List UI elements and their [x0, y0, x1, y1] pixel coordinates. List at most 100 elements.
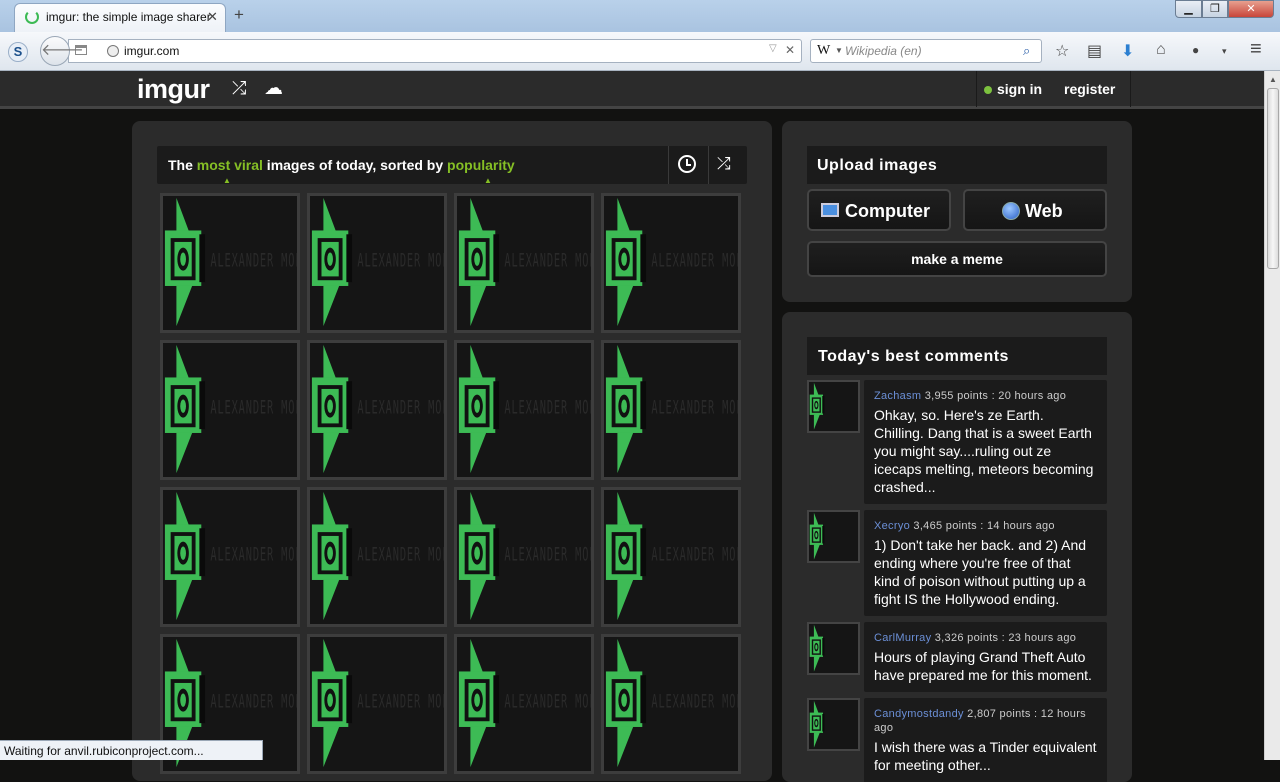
- comment-thumbnail[interactable]: [807, 380, 860, 433]
- sort-order-dropdown[interactable]: popularity: [447, 157, 515, 173]
- gallery-thumbnail[interactable]: ALEXANDER MOFFITT: [160, 340, 300, 480]
- svg-text:ALEXANDER MOFFITT: ALEXANDER MOFFITT: [651, 543, 738, 565]
- search-engine-dropdown-icon[interactable]: ▼: [835, 46, 843, 55]
- comment-body: Candymostdandy 2,807 points : 12 hours a…: [864, 698, 1107, 782]
- imgur-topbar: imgur ⤮ ☁ sign in register: [0, 71, 1264, 109]
- comment-text[interactable]: 1) Don't take her back. and 2) And endin…: [874, 536, 1097, 608]
- loading-spinner-icon: [25, 10, 39, 24]
- comment-thumbnail[interactable]: [807, 510, 860, 563]
- gallery-thumbnail[interactable]: ALEXANDER MOFFITT: [307, 487, 447, 627]
- comment-username[interactable]: Xecryo: [874, 520, 910, 532]
- svg-text:ALEXANDER MOFFITT: ALEXANDER MOFFITT: [357, 396, 444, 418]
- search-engine-icon[interactable]: W: [817, 43, 830, 59]
- svg-text:ALEXANDER MOFFITT: ALEXANDER MOFFITT: [504, 543, 591, 565]
- url-dropdown-icon[interactable]: ▽: [769, 43, 777, 54]
- svg-text:ALEXANDER MOFFITT: ALEXANDER MOFFITT: [210, 396, 297, 418]
- sort-description: The most viral images of today, sorted b…: [168, 157, 515, 173]
- svg-text:ALEXANDER MOFFITT: ALEXANDER MOFFITT: [210, 690, 297, 712]
- comment-thumbnail[interactable]: [807, 622, 860, 675]
- sort-type-caret-icon[interactable]: ▲: [223, 176, 231, 185]
- sync-icon[interactable]: S: [8, 42, 28, 62]
- comment-text[interactable]: I wish there was a Tinder equivalent for…: [874, 738, 1097, 774]
- gallery-thumbnail[interactable]: ALEXANDER MOFFITT: [307, 193, 447, 333]
- window-minimize-button[interactable]: ▁: [1175, 0, 1202, 18]
- upload-computer-button[interactable]: Computer: [807, 189, 951, 231]
- gallery-thumbnail[interactable]: ALEXANDER MOFFITT: [307, 634, 447, 774]
- gallery-thumbnail[interactable]: ALEXANDER MOFFITT: [601, 340, 741, 480]
- comment-username[interactable]: Zachasm: [874, 390, 921, 402]
- random-shuffle-icon[interactable]: ⤮: [232, 78, 246, 99]
- gallery-thumbnail[interactable]: ALEXANDER MOFFITT: [307, 340, 447, 480]
- svg-text:ALEXANDER MOFFITT: ALEXANDER MOFFITT: [651, 690, 738, 712]
- random-mode-icon[interactable]: ⤮: [717, 154, 731, 174]
- online-status-dot: [984, 86, 992, 94]
- sort-order-caret-icon[interactable]: ▲: [484, 176, 492, 185]
- gallery-sort-bar: The most viral images of today, sorted b…: [157, 146, 747, 185]
- upload-cloud-icon[interactable]: ☁: [264, 77, 283, 100]
- address-bar[interactable]: imgur.com ▽ ✕: [68, 39, 802, 63]
- comment-body: Xecryo 3,465 points : 14 hours ago 1) Do…: [864, 510, 1107, 616]
- window-close-button[interactable]: ✕: [1228, 0, 1274, 18]
- extension-dropdown-icon[interactable]: ▾: [1222, 46, 1227, 57]
- svg-text:ALEXANDER MOFFITT: ALEXANDER MOFFITT: [504, 249, 591, 271]
- register-link[interactable]: register: [1064, 81, 1115, 97]
- back-button[interactable]: 🡐: [40, 36, 84, 66]
- account-links: sign in register: [976, 71, 1131, 107]
- downloads-icon[interactable]: ⬇: [1121, 41, 1134, 61]
- comment-text[interactable]: Hours of playing Grand Theft Auto have p…: [874, 648, 1097, 684]
- browser-status-bar: Waiting for anvil.rubiconproject.com...: [0, 740, 263, 760]
- bookmark-star-icon[interactable]: ☆: [1055, 41, 1069, 61]
- gallery-thumbnail[interactable]: ALEXANDER MOFFITT: [454, 340, 594, 480]
- svg-text:ALEXANDER MOFFITT: ALEXANDER MOFFITT: [504, 396, 591, 418]
- scrollbar-thumb[interactable]: [1267, 88, 1279, 269]
- sign-in-link[interactable]: sign in: [997, 81, 1042, 97]
- site-identity-icon[interactable]: [107, 45, 119, 57]
- scroll-up-arrow-icon[interactable]: ▲: [1265, 71, 1280, 88]
- gallery-thumbnail[interactable]: ALEXANDER MOFFITT: [454, 487, 594, 627]
- gallery-thumbnail[interactable]: ALEXANDER MOFFITT: [601, 193, 741, 333]
- hamburger-menu-icon[interactable]: ≡: [1250, 38, 1262, 61]
- comment-thumbnail[interactable]: [807, 698, 860, 751]
- gallery-thumbnail[interactable]: ALEXANDER MOFFITT: [601, 634, 741, 774]
- svg-text:ALEXANDER MOFFITT: ALEXANDER MOFFITT: [651, 249, 738, 271]
- comment-text[interactable]: Ohkay, so. Here's ze Earth. Chilling. Da…: [874, 406, 1097, 496]
- gallery-thumbnail[interactable]: ALEXANDER MOFFITT: [454, 634, 594, 774]
- tab-close-icon[interactable]: ✕: [207, 9, 218, 25]
- time-filter-clock-icon[interactable]: [678, 155, 696, 173]
- window-maximize-button[interactable]: ❐: [1202, 0, 1228, 18]
- svg-text:ALEXANDER MOFFITT: ALEXANDER MOFFITT: [210, 249, 297, 271]
- page-scrollbar[interactable]: ▲: [1264, 71, 1280, 760]
- svg-text:ALEXANDER MOFFITT: ALEXANDER MOFFITT: [357, 249, 444, 271]
- gallery-thumbnail[interactable]: ALEXANDER MOFFITT: [160, 193, 300, 333]
- gallery-thumbnail[interactable]: ALEXANDER MOFFITT: [601, 487, 741, 627]
- comment-body: CarlMurray 3,326 points : 23 hours ago H…: [864, 622, 1107, 692]
- search-bar[interactable]: W ▼ Wikipedia (en) ⌕: [810, 39, 1042, 63]
- upload-title: Upload images: [807, 146, 1107, 184]
- svg-text:ALEXANDER MOFFITT: ALEXANDER MOFFITT: [357, 543, 444, 565]
- make-meme-button[interactable]: make a meme: [807, 241, 1107, 277]
- tab-title: imgur: the simple image sharer: [46, 10, 211, 24]
- comments-title: Today's best comments: [807, 337, 1107, 375]
- new-tab-button[interactable]: +: [234, 5, 244, 25]
- svg-text:ALEXANDER MOFFITT: ALEXANDER MOFFITT: [651, 396, 738, 418]
- gallery-thumbnail[interactable]: ALEXANDER MOFFITT: [454, 193, 594, 333]
- gallery-thumbnail[interactable]: ALEXANDER MOFFITT: [160, 487, 300, 627]
- comment-username[interactable]: Candymostdandy: [874, 708, 964, 720]
- browser-tab-active[interactable]: imgur: the simple image sharer ✕: [14, 3, 226, 32]
- extension-icon[interactable]: ●: [1192, 43, 1199, 57]
- home-icon[interactable]: ⌂: [1156, 41, 1166, 59]
- url-text[interactable]: imgur.com: [124, 44, 179, 58]
- svg-text:ALEXANDER MOFFITT: ALEXANDER MOFFITT: [357, 690, 444, 712]
- stop-loading-icon[interactable]: ✕: [785, 43, 795, 57]
- comment-username[interactable]: CarlMurray: [874, 632, 931, 644]
- search-magnifier-icon[interactable]: ⌕: [1023, 43, 1030, 59]
- search-input[interactable]: Wikipedia (en): [845, 44, 922, 58]
- upload-web-button[interactable]: Web: [963, 189, 1107, 231]
- imgur-logo[interactable]: imgur: [137, 74, 210, 105]
- sort-type-dropdown[interactable]: most viral: [197, 157, 263, 173]
- gallery-panel: The most viral images of today, sorted b…: [132, 121, 772, 781]
- browser-titlebar: imgur: the simple image sharer ✕ + ▁ ❐ ✕: [0, 0, 1280, 32]
- best-comments-panel: Today's best comments Zachasm 3,955 poin…: [782, 312, 1132, 782]
- svg-text:ALEXANDER MOFFITT: ALEXANDER MOFFITT: [210, 543, 297, 565]
- reading-list-icon[interactable]: ▤: [1087, 41, 1102, 61]
